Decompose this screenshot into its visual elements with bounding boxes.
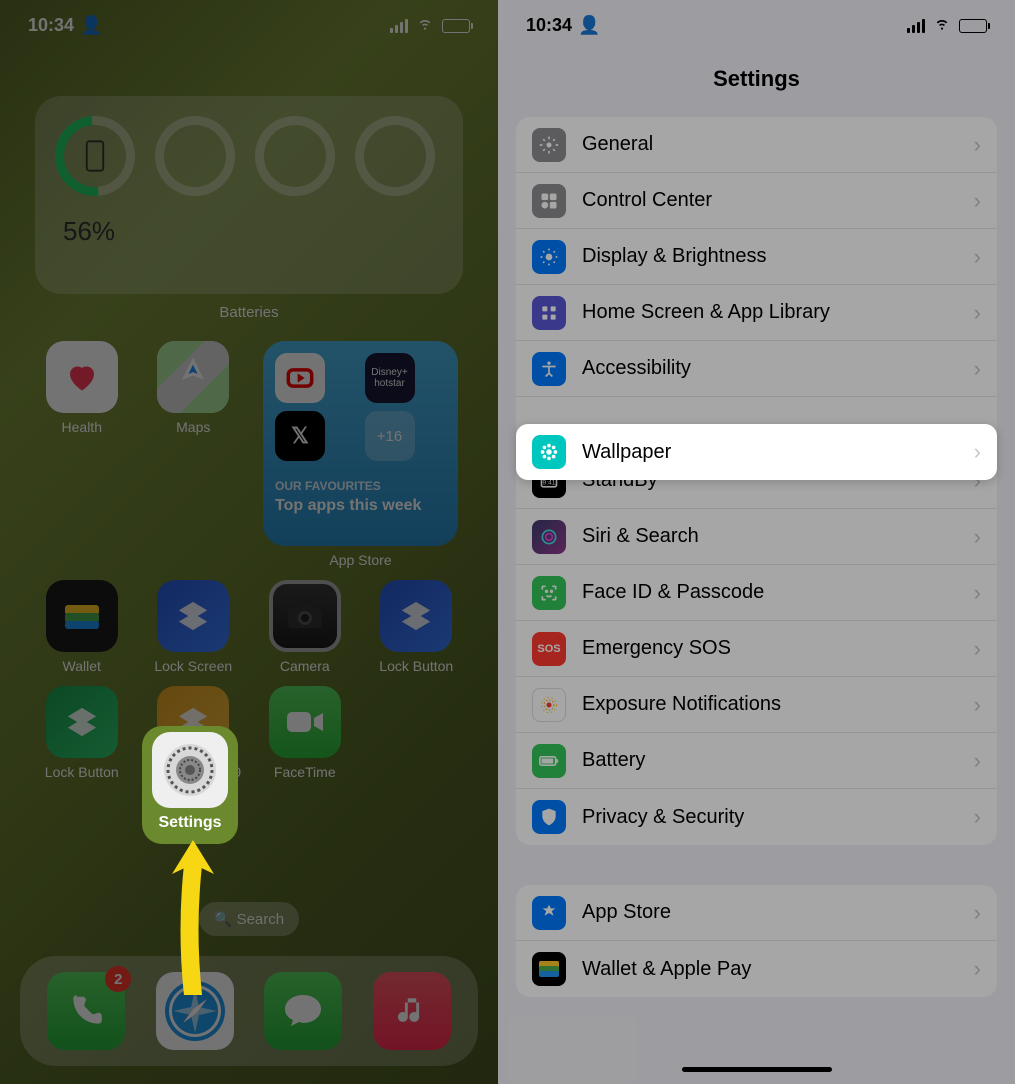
arrow-annotation-left	[164, 840, 222, 1000]
youtube-icon	[275, 353, 325, 403]
app-lock-button-1[interactable]: Lock Button	[365, 580, 469, 674]
batteries-widget[interactable]: 56%	[35, 96, 463, 294]
row-accessibility[interactable]: Accessibility›	[516, 341, 997, 397]
row-siri-search[interactable]: Siri & Search›	[516, 509, 997, 565]
row-emergency-sos[interactable]: SOSEmergency SOS›	[516, 621, 997, 677]
row-control-center[interactable]: Control Center›	[516, 173, 997, 229]
signal-icon	[390, 19, 408, 33]
settings-list-secondary: App Store› Wallet & Apple Pay›	[516, 885, 997, 997]
wallpaper-label: Wallpaper	[582, 441, 958, 464]
widget-label: Batteries	[0, 304, 498, 321]
wifi-icon	[933, 14, 951, 37]
status-time: 10:34	[28, 15, 74, 36]
wallpaper-icon	[532, 435, 566, 469]
battery-icon	[442, 19, 470, 33]
settings-list-main: General› Control Center› Display & Brigh…	[516, 117, 997, 845]
chevron-right-icon: ›	[974, 692, 981, 718]
row-wallpaper-highlighted[interactable]: Wallpaper ›	[516, 424, 997, 480]
settings-icon	[152, 732, 228, 808]
row-app-store[interactable]: App Store›	[516, 885, 997, 941]
chevron-right-icon: ›	[974, 524, 981, 550]
app-health[interactable]: Health	[30, 341, 134, 568]
row-wallet-applepay[interactable]: Wallet & Apple Pay›	[516, 941, 997, 997]
status-time: 10:34	[526, 15, 572, 36]
battery-icon	[959, 19, 987, 33]
hotstar-icon: Disney+ hotstar	[365, 353, 415, 403]
chevron-right-icon: ›	[974, 956, 981, 982]
x-icon: 𝕏	[275, 411, 325, 461]
appstore-subtitle: OUR FAVOURITES	[275, 479, 446, 493]
row-face-id[interactable]: Face ID & Passcode›	[516, 565, 997, 621]
app-lock-button-2[interactable]: Lock Button	[30, 686, 134, 780]
chevron-right-icon: ›	[974, 636, 981, 662]
app-wallet[interactable]: Wallet	[30, 580, 134, 674]
row-general[interactable]: General›	[516, 117, 997, 173]
app-store-widget[interactable]: Disney+ hotstar 𝕏 +16 OUR FAVOURITES Top…	[253, 341, 468, 568]
row-privacy[interactable]: Privacy & Security›	[516, 789, 997, 845]
chevron-right-icon: ›	[974, 300, 981, 326]
profile-icon: 👤	[578, 15, 600, 36]
dock-phone[interactable]: 2	[47, 972, 125, 1050]
app-lock-screen[interactable]: Lock Screen	[142, 580, 246, 674]
dock-messages[interactable]	[264, 972, 342, 1050]
search-label: Search	[237, 911, 285, 928]
chevron-right-icon: ›	[974, 900, 981, 926]
app-camera[interactable]: Camera	[253, 580, 357, 674]
home-indicator[interactable]	[682, 1067, 832, 1072]
chevron-right-icon: ›	[974, 244, 981, 270]
profile-icon: 👤	[80, 15, 102, 36]
dock: 2	[20, 956, 478, 1066]
chevron-right-icon: ›	[974, 132, 981, 158]
row-battery[interactable]: Battery›	[516, 733, 997, 789]
chevron-right-icon: ›	[974, 580, 981, 606]
widget-battery-pct: 56%	[63, 216, 443, 247]
chevron-right-icon: ›	[974, 804, 981, 830]
settings-panel: 10:34 👤 Settings General› Control Center…	[498, 0, 1015, 1084]
dock-music[interactable]	[373, 972, 451, 1050]
chevron-right-icon: ›	[974, 188, 981, 214]
settings-title: Settings	[498, 51, 1015, 117]
app-facetime[interactable]: FaceTime	[253, 686, 357, 780]
row-home-screen[interactable]: Home Screen & App Library›	[516, 285, 997, 341]
signal-icon	[907, 19, 925, 33]
chevron-right-icon: ›	[974, 439, 981, 465]
appstore-title: Top apps this week	[275, 497, 446, 515]
chevron-right-icon: ›	[974, 748, 981, 774]
status-bar-right: 10:34 👤	[498, 0, 1015, 51]
home-screen-panel: 10:34 👤 56% Batteries Health Maps	[0, 0, 498, 1084]
wifi-icon	[416, 14, 434, 37]
chevron-right-icon: ›	[974, 356, 981, 382]
row-exposure[interactable]: Exposure Notifications›	[516, 677, 997, 733]
phone-badge: 2	[105, 966, 131, 992]
app-maps[interactable]: Maps	[142, 341, 246, 568]
status-bar-left: 10:34 👤	[0, 0, 498, 51]
row-display-brightness[interactable]: Display & Brightness›	[516, 229, 997, 285]
more-apps-count: +16	[365, 411, 415, 461]
app-settings-highlighted[interactable]: Settings	[142, 726, 238, 844]
